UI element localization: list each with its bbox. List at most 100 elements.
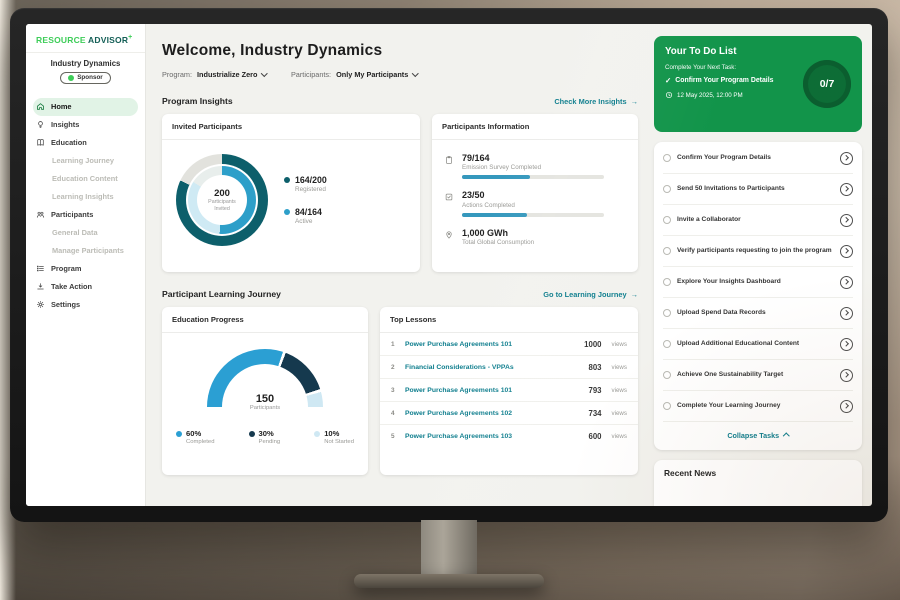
lesson-title-link[interactable]: Power Purchase Agreements 101: [405, 387, 581, 394]
education-progress-card: Education Progress 150 Participants: [162, 307, 368, 475]
gauge-legend: 60% Completed 30% Pending: [162, 407, 368, 445]
legend-value: 10%: [324, 429, 354, 438]
task-checkbox[interactable]: [663, 309, 671, 317]
task-open-button[interactable]: [840, 307, 853, 320]
todo-progress-ring: 0/7: [803, 60, 851, 108]
task-row[interactable]: Invite a Collaborator: [663, 205, 853, 236]
card-title: Top Lessons: [380, 307, 638, 333]
lesson-rank: 5: [391, 433, 397, 440]
legend-dot: [176, 431, 182, 437]
task-row[interactable]: Confirm Your Program Details: [663, 143, 853, 174]
task-row[interactable]: Explore Your Insights Dashboard: [663, 267, 853, 298]
task-open-button[interactable]: [840, 152, 853, 165]
task-open-button[interactable]: [840, 276, 853, 289]
program-insights-header: Program Insights Check More Insights →: [162, 96, 638, 106]
check-square-icon: [444, 192, 454, 202]
stat-global-consumption: 1,000 GWh Total Global Consumption: [444, 222, 626, 252]
task-checkbox[interactable]: [663, 340, 671, 348]
sidebar-item-home[interactable]: Home: [33, 98, 138, 116]
task-row[interactable]: Upload Additional Educational Content: [663, 329, 853, 360]
download-icon: [36, 282, 45, 291]
task-open-button[interactable]: [840, 338, 853, 351]
task-open-button[interactable]: [840, 214, 853, 227]
lesson-title-link[interactable]: Power Purchase Agreements 101: [405, 341, 576, 348]
task-open-button[interactable]: [840, 369, 853, 382]
task-label: Upload Spend Data Records: [677, 308, 834, 317]
section-title: Participant Learning Journey: [162, 289, 281, 299]
donut-legend: 164/200 Registered 84/164 Active: [284, 175, 327, 225]
program-filter[interactable]: Program: Industrialize Zero: [162, 70, 267, 79]
task-open-button[interactable]: [840, 400, 853, 413]
lesson-row[interactable]: 4 Power Purchase Agreements 102 734 view…: [380, 402, 638, 425]
task-row[interactable]: Complete Your Learning Journey: [663, 391, 853, 422]
task-checkbox[interactable]: [663, 278, 671, 286]
task-row[interactable]: Send 50 Invitations to Participants: [663, 174, 853, 205]
task-row[interactable]: Achieve One Sustainability Target: [663, 360, 853, 391]
chevron-right-icon: [844, 187, 849, 192]
legend-dot: [284, 209, 290, 215]
sidebar-item-program[interactable]: Program: [26, 260, 145, 278]
collapse-tasks-button[interactable]: Collapse Tasks: [663, 422, 853, 449]
legend-value: 30%: [259, 429, 281, 438]
stat-label: Actions Completed: [462, 202, 604, 209]
sidebar-item-label: Settings: [51, 300, 80, 309]
sidebar-item-label: Participants: [51, 210, 93, 219]
participants-filter[interactable]: Participants: Only My Participants: [291, 70, 418, 79]
right-column: Your To Do List Complete Your Next Task:…: [648, 24, 872, 506]
arrow-right-icon: →: [631, 97, 638, 106]
participants-filter-value: Only My Participants: [336, 70, 408, 79]
sponsor-badge[interactable]: Sponsor: [60, 72, 111, 84]
lightbulb-icon: [36, 120, 45, 129]
invited-participants-card: Invited Participants 200 Participants In…: [162, 114, 420, 272]
sidebar-item-label: Learning Journey: [52, 156, 114, 165]
lesson-row[interactable]: 5 Power Purchase Agreements 103 600 view…: [380, 425, 638, 447]
sidebar-item-settings[interactable]: Settings: [26, 296, 145, 314]
sidebar-item-take-action[interactable]: Take Action: [26, 278, 145, 296]
sidebar-item-education-content[interactable]: Education Content: [26, 170, 145, 188]
check-more-insights-link[interactable]: Check More Insights →: [554, 97, 638, 106]
task-label: Confirm Your Program Details: [677, 153, 834, 162]
lesson-title-link[interactable]: Financial Considerations - VPPAs: [405, 364, 581, 371]
task-open-button[interactable]: [840, 245, 853, 258]
task-checkbox[interactable]: [663, 247, 671, 255]
task-row[interactable]: Upload Spend Data Records: [663, 298, 853, 329]
task-label: Send 50 Invitations to Participants: [677, 184, 834, 193]
lesson-views: 734: [589, 409, 602, 418]
gauge-center-label: 150 Participants: [207, 393, 323, 411]
task-checkbox[interactable]: [663, 154, 671, 162]
task-checkbox[interactable]: [663, 402, 671, 410]
legend-dot: [249, 431, 255, 437]
task-checkbox[interactable]: [663, 185, 671, 193]
go-to-learning-journey-link[interactable]: Go to Learning Journey →: [543, 290, 638, 299]
people-icon: [36, 210, 45, 219]
lesson-title-link[interactable]: Power Purchase Agreements 102: [405, 410, 581, 417]
sidebar-item-insights[interactable]: Insights: [26, 116, 145, 134]
main-content: Welcome, Industry Dynamics Program: Indu…: [146, 24, 648, 506]
lesson-row[interactable]: 3 Power Purchase Agreements 101 793 view…: [380, 379, 638, 402]
lesson-title-link[interactable]: Power Purchase Agreements 103: [405, 433, 581, 440]
task-row[interactable]: Verify participants requesting to join t…: [663, 236, 853, 267]
legend-value: 60%: [186, 429, 215, 438]
card-title: Education Progress: [162, 307, 368, 333]
lesson-row[interactable]: 1 Power Purchase Agreements 101 1000 vie…: [380, 333, 638, 356]
stat-emission-survey: 79/164 Emission Survey Completed: [444, 147, 626, 185]
sidebar-item-learning-journey[interactable]: Learning Journey: [26, 152, 145, 170]
sidebar-item-label: Education: [51, 138, 87, 147]
sidebar-item-manage-participants[interactable]: Manage Participants: [26, 242, 145, 260]
logo-text-resource: RESOURCE: [36, 35, 86, 45]
task-checkbox[interactable]: [663, 371, 671, 379]
sidebar-item-participants[interactable]: Participants: [26, 206, 145, 224]
chevron-down-icon: [412, 70, 418, 76]
sidebar-item-general-data[interactable]: General Data: [26, 224, 145, 242]
sidebar-item-education[interactable]: Education: [26, 134, 145, 152]
task-checkbox[interactable]: [663, 216, 671, 224]
donut-caption: Participants Invited: [204, 199, 240, 213]
sidebar-item-learning-insights[interactable]: Learning Insights: [26, 188, 145, 206]
task-open-button[interactable]: [840, 183, 853, 196]
stat-value: 1,000 GWh: [462, 228, 534, 238]
lesson-views-label: views: [612, 341, 627, 348]
task-label: Achieve One Sustainability Target: [677, 370, 834, 379]
lesson-row[interactable]: 2 Financial Considerations - VPPAs 803 v…: [380, 356, 638, 379]
logo-plus: +: [128, 34, 132, 41]
sidebar-item-label: Education Content: [52, 174, 118, 183]
